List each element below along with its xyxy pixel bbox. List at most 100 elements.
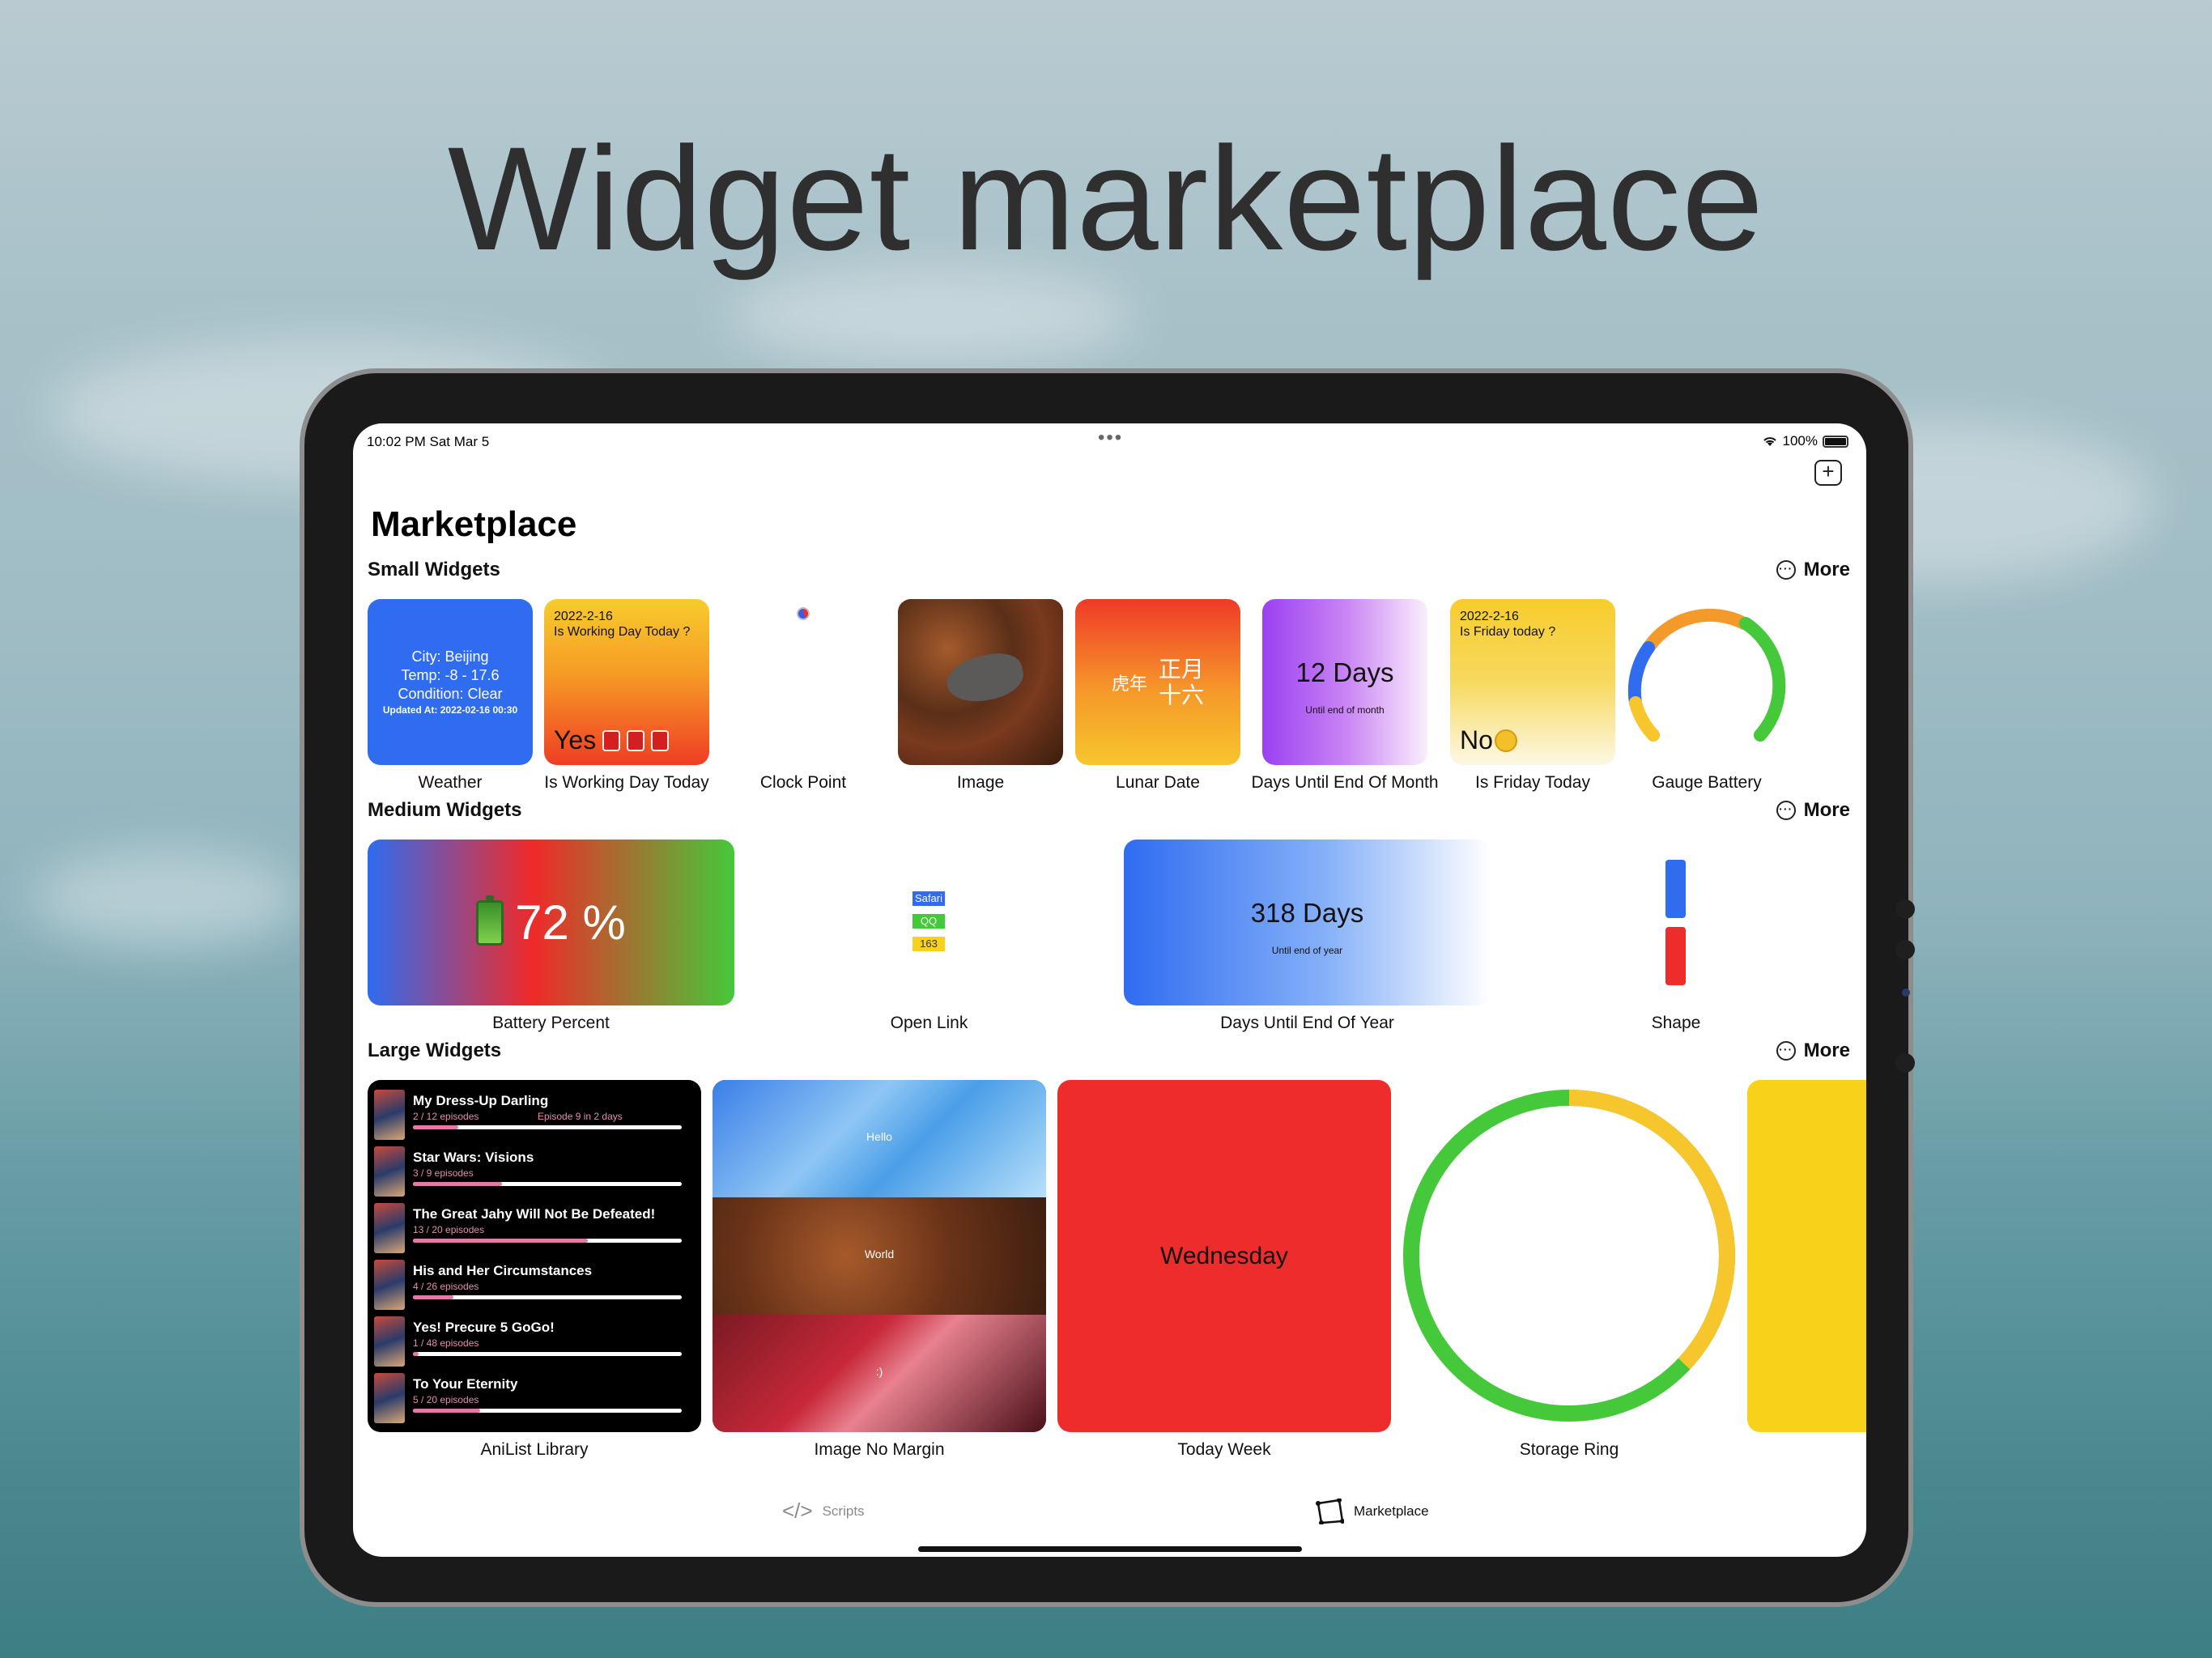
status-bar: 10:02 PM Sat Mar 5 ••• 100% [353, 423, 1866, 453]
link-chip-163[interactable]: 163 [912, 937, 945, 951]
days-month-value: 12 Days [1295, 657, 1394, 687]
widget-caption: Image [956, 773, 1005, 792]
image-band-smile: :) [713, 1315, 1046, 1432]
friday-question: Is Friday today ? [1460, 625, 1556, 639]
home-indicator[interactable] [918, 1546, 1302, 1552]
anime-episodes: 1 / 48 episodes [413, 1337, 479, 1349]
anime-cover-image [374, 1203, 405, 1253]
weather-updated: Updated At: 2022-02-16 00:30 [382, 704, 518, 716]
band-label: :) [875, 1365, 883, 1378]
shape-widget[interactable] [1502, 840, 1850, 1005]
friday-date: 2022-2-16 [1460, 610, 1519, 623]
yellow-widget-partial[interactable] [1747, 1080, 1866, 1432]
section-title-medium: Medium Widgets [368, 799, 522, 821]
widget-caption: Days Until End Of Year [1220, 1014, 1394, 1032]
anime-title: To Your Eternity [413, 1376, 518, 1392]
working-day-question: Is Working Day Today ? [554, 625, 691, 639]
anilist-row[interactable]: The Great Jahy Will Not Be Defeated! 13 /… [368, 1198, 701, 1255]
working-day-answer-text: Yes [554, 725, 597, 755]
more-button-small[interactable]: ··· More [1776, 559, 1850, 581]
gauge-battery-widget[interactable] [1624, 599, 1789, 765]
thinking-face-icon [1494, 729, 1517, 752]
more-button-large[interactable]: ··· More [1776, 1039, 1850, 1062]
widget-caption: AniList Library [480, 1440, 589, 1459]
progress-fill [413, 1409, 480, 1413]
progress-track [413, 1239, 682, 1243]
more-label: More [1803, 799, 1850, 821]
days-year-value: 318 Days [1250, 898, 1364, 928]
widget-caption: Days Until End Of Month [1251, 773, 1439, 792]
progress-fill [413, 1239, 588, 1243]
tab-scripts[interactable]: </> Scripts [782, 1499, 865, 1524]
more-button-medium[interactable]: ··· More [1776, 799, 1850, 822]
anime-cover-image [374, 1090, 405, 1140]
anime-cover-image [374, 1316, 405, 1367]
tab-scripts-label: Scripts [822, 1503, 865, 1519]
status-right: 100% [1762, 433, 1848, 449]
widget-caption: Is Working Day Today [544, 773, 709, 792]
anime-next-episode: Episode 9 in 2 days [538, 1111, 623, 1122]
link-chip-safari[interactable]: Safari [912, 891, 945, 906]
weather-line: City: Beijing [411, 648, 489, 665]
battery-icon [476, 895, 504, 946]
anime-episodes: 13 / 20 episodes [413, 1224, 485, 1235]
anime-episodes: 3 / 9 episodes [413, 1167, 474, 1179]
shape-bar-red [1665, 927, 1686, 985]
tab-marketplace-label: Marketplace [1354, 1503, 1429, 1519]
band-label: World [864, 1248, 895, 1261]
progress-track [413, 1295, 682, 1299]
more-icon: ··· [1776, 801, 1796, 820]
anime-title: My Dress-Up Darling [413, 1093, 549, 1108]
tab-marketplace[interactable]: Marketplace [1315, 1499, 1429, 1524]
widget-caption: Weather [418, 773, 483, 792]
image-no-margin-widget[interactable]: Hello World :) [713, 1080, 1046, 1432]
fire-extinguisher-icon [651, 729, 670, 751]
storage-ring-widget[interactable] [1402, 1080, 1736, 1432]
battery-percent-value: 72 % [515, 895, 626, 950]
add-comment-icon[interactable]: + [1814, 460, 1842, 486]
image-widget[interactable] [898, 599, 1063, 765]
widget-caption: Lunar Date [1116, 773, 1200, 792]
gauge-segment-green [1739, 617, 1786, 742]
link-chip-qq[interactable]: QQ [912, 914, 945, 929]
days-year-sub: Until end of year [1271, 945, 1343, 956]
days-month-sub: Until end of month [1305, 704, 1385, 716]
storage-ring [1403, 1090, 1735, 1422]
progress-fill [413, 1352, 419, 1356]
working-day-widget[interactable]: 2022-2-16 Is Working Day Today ? Yes [544, 599, 709, 765]
widget-caption: Clock Point [759, 773, 847, 792]
weather-widget[interactable]: City: Beijing Temp: -8 - 17.6 Condition:… [368, 599, 533, 765]
anime-episodes: 4 / 26 episodes [413, 1281, 479, 1292]
progress-track [413, 1352, 682, 1356]
days-year-widget[interactable]: 318 Days Until end of year [1124, 840, 1491, 1005]
lunar-month-day: 正月 十六 [1159, 657, 1204, 708]
anilist-row[interactable]: My Dress-Up Darling 2 / 12 episodes Episod… [368, 1085, 701, 1141]
battery-percent-widget[interactable]: 72 % [368, 840, 734, 1005]
multitasking-dots[interactable]: ••• [1098, 427, 1123, 449]
image-band-world: World [713, 1197, 1046, 1315]
gauge-ring [1627, 608, 1786, 742]
widget-caption: Battery Percent [492, 1014, 610, 1032]
anime-episodes: 2 / 12 episodes [413, 1111, 479, 1122]
gauge-segment-orange [1642, 608, 1750, 654]
progress-track [413, 1182, 682, 1186]
friday-widget[interactable]: 2022-2-16 Is Friday today ? No [1450, 599, 1615, 765]
today-week-widget[interactable]: Wednesday [1057, 1080, 1391, 1432]
working-day-header: 2022-2-16 Is Working Day Today ? [554, 609, 690, 640]
days-month-widget[interactable]: 12 Days Until end of month [1262, 599, 1427, 765]
camera-icon [1902, 988, 1910, 997]
anilist-row[interactable]: His and Her Circumstances 4 / 26 episodes [368, 1255, 701, 1312]
anilist-widget[interactable]: My Dress-Up Darling 2 / 12 episodes Episod… [368, 1080, 701, 1432]
fire-extinguisher-icon [627, 729, 645, 751]
band-label: Hello [866, 1130, 892, 1143]
anilist-row[interactable]: Yes! Precure 5 GoGo! 1 / 48 episodes [368, 1312, 701, 1368]
open-link-widget[interactable]: Safari QQ 163 [746, 840, 1112, 1005]
clock-point-widget[interactable] [721, 599, 886, 765]
anilist-row[interactable]: Star Wars: Visions 3 / 9 episodes [368, 1141, 701, 1198]
weather-line: Condition: Clear [398, 686, 503, 702]
friday-answer-text: No [1460, 725, 1493, 755]
anilist-row[interactable]: To Your Eternity 5 / 20 episodes [368, 1368, 701, 1425]
lunar-date-widget[interactable]: 虎年 正月 十六 [1075, 599, 1240, 765]
battery-text: 100% [1782, 433, 1818, 449]
side-button [1895, 940, 1915, 959]
